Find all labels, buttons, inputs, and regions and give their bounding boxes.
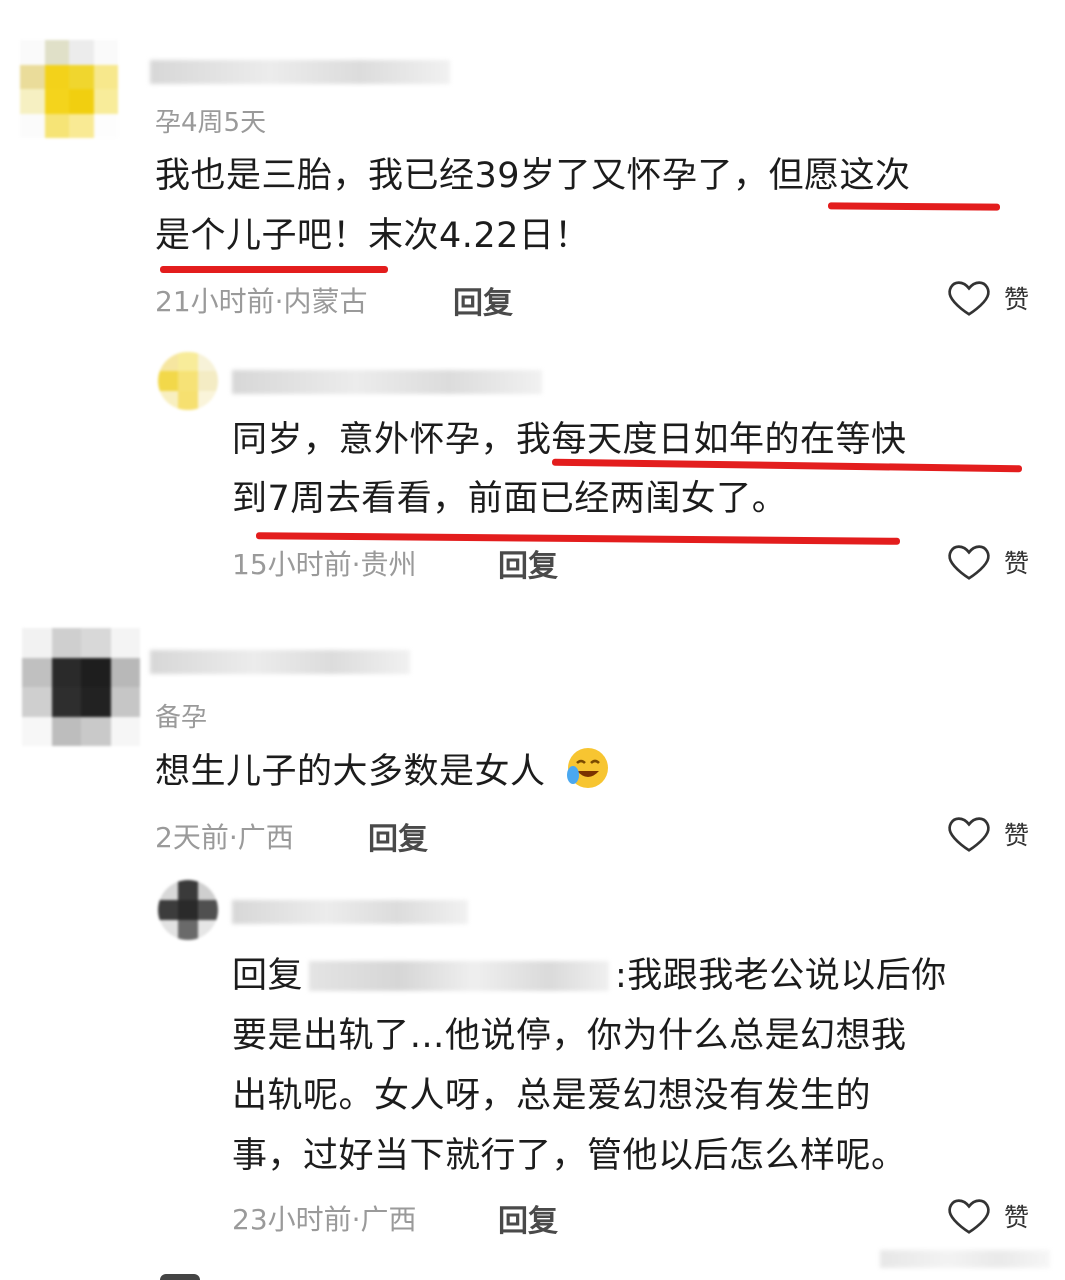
comment-text: 想生儿子的大多数是女人 — [155, 742, 611, 802]
timestamp-location: 23小时前·广西 — [232, 1203, 417, 1236]
reply-prefix: 回复 — [232, 956, 304, 996]
heart-icon[interactable] — [946, 1192, 992, 1238]
next-comment-avatar-edge — [160, 1274, 200, 1280]
reply-button[interactable]: 回复 — [498, 541, 558, 585]
reply-text: :我跟我老公说以后你 — [615, 956, 947, 996]
username-blurred[interactable] — [232, 370, 542, 394]
highlight-underline — [827, 202, 1001, 211]
comment-text-line-2: 是个儿子吧！末次4.22日！ — [155, 216, 590, 256]
comment-text-line-4: 事，过好当下就行了，管他以后怎么样呢。 — [232, 1136, 907, 1176]
username-blurred[interactable] — [150, 60, 450, 84]
reply-button[interactable]: 回复 — [368, 814, 428, 858]
comment-text-line-2: 要是出轨了…他说停，你为什么总是幻想我 — [232, 1016, 907, 1056]
reply-button[interactable]: 回复 — [498, 1196, 558, 1240]
like-label[interactable]: 赞 — [1004, 1198, 1029, 1234]
heart-icon[interactable] — [946, 538, 992, 584]
avatar[interactable] — [20, 40, 118, 138]
user-tag: 孕4周5天 — [155, 108, 267, 138]
comment-text-line-2: 到7周去看看，前面已经两闺女了。 — [232, 479, 788, 519]
comment-text-line-1: 回复 :我跟我老公说以后你 — [232, 946, 947, 1006]
like-label[interactable]: 赞 — [1004, 280, 1029, 316]
heart-icon[interactable] — [946, 274, 992, 320]
like-label[interactable]: 赞 — [1004, 544, 1029, 580]
heart-icon[interactable] — [946, 810, 992, 856]
mentioned-user-blurred[interactable] — [309, 961, 610, 991]
comment-text-line-3: 出轨呢。女人呀，总是爱幻想没有发生的 — [232, 1076, 872, 1116]
username-blurred[interactable] — [232, 900, 468, 924]
comment-text-line-1: 我也是三胎，我已经39岁了又怀孕了，但愿这次 — [155, 156, 911, 196]
watermark-blurred — [880, 1250, 1050, 1268]
reply-button[interactable]: 回复 — [453, 278, 513, 322]
user-tag: 备孕 — [155, 703, 208, 733]
timestamp-location: 15小时前·贵州 — [232, 548, 417, 581]
avatar[interactable] — [158, 352, 218, 410]
timestamp-location: 21小时前·内蒙古 — [155, 285, 368, 318]
highlight-underline — [160, 266, 388, 273]
like-label[interactable]: 赞 — [1004, 816, 1029, 852]
avatar[interactable] — [22, 628, 140, 746]
crying-laughing-emoji — [567, 748, 609, 788]
username-blurred[interactable] — [150, 650, 410, 674]
avatar[interactable] — [158, 880, 218, 940]
timestamp-location: 2天前·广西 — [155, 821, 294, 854]
comment-text-body: 想生儿子的大多数是女人 — [155, 752, 546, 792]
